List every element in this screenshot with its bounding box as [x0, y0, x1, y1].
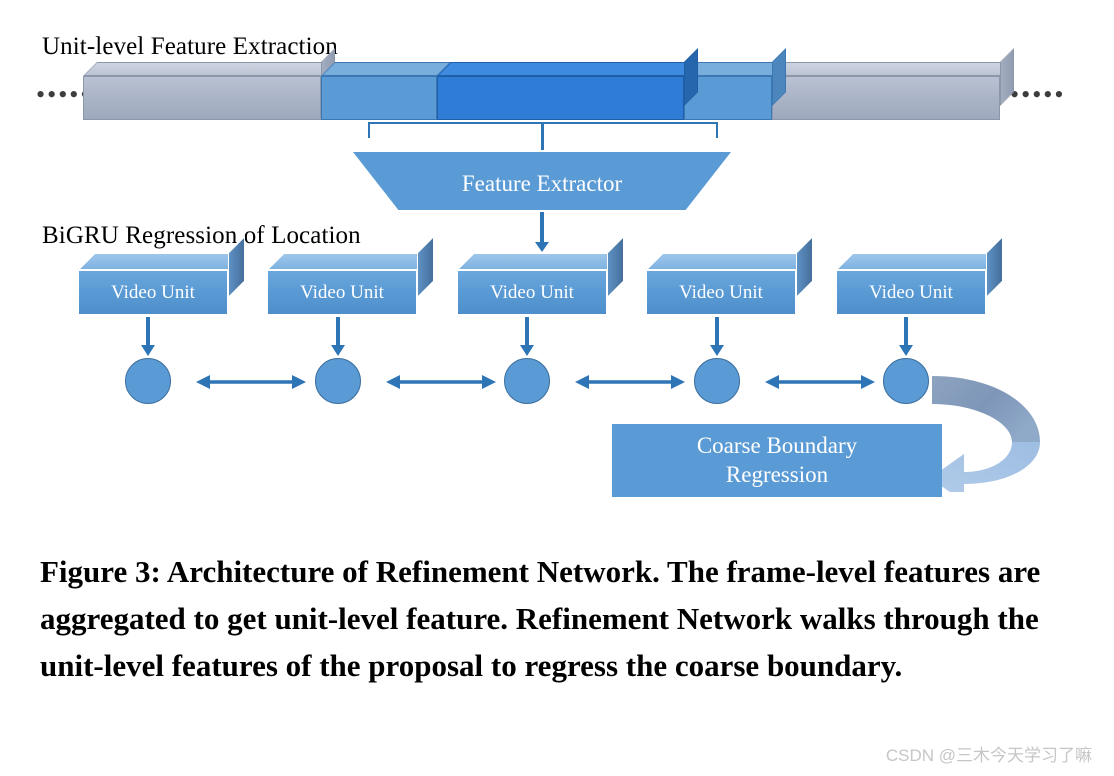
gru-node-2 [315, 358, 361, 404]
gru-node-3 [504, 358, 550, 404]
gru-node-4 [694, 358, 740, 404]
segment-top-face [83, 62, 335, 76]
down-arrow-icon-unit-2 [331, 317, 345, 359]
down-arrow-icon-unit-5 [899, 317, 913, 359]
unit-top-face [457, 253, 624, 270]
coarse-boundary-regression-box: Coarse Boundary Regression [612, 424, 942, 497]
arrow-shaft [525, 317, 529, 347]
section-title-unit-level-feature-extraction: Unit-level Feature Extraction [42, 33, 338, 60]
gru-node-1 [125, 358, 171, 404]
video-unit-label: Video Unit [869, 281, 953, 303]
video-unit-label: Video Unit [111, 281, 195, 303]
segment-front-face [437, 76, 684, 120]
video-unit-label: Video Unit [300, 281, 384, 303]
segment-top-face [772, 62, 1014, 76]
feature-extractor-label: Feature Extractor [461, 171, 623, 196]
unit-front-face: Video Unit [836, 270, 986, 315]
unit-top-face [267, 253, 434, 270]
arrow-head [141, 345, 155, 356]
arrow-head [710, 345, 724, 356]
bidirectional-arrow-icon-1 [196, 374, 306, 390]
bidirectional-arrow-icon-3 [575, 374, 685, 390]
feature-extractor-block: Feature Extractor [353, 152, 731, 210]
timeline-segment-proposal-center [437, 48, 698, 120]
unit-side-face [417, 236, 434, 298]
video-unit-box-1: Video Unit [78, 236, 245, 315]
arrow-shaft [146, 317, 150, 347]
unit-front-face: Video Unit [646, 270, 796, 315]
arrow-shaft [715, 317, 719, 347]
figure-canvas: Unit-level Feature Extraction ••••• ••••… [0, 0, 1114, 776]
timeline-segment-context-right [772, 48, 1014, 120]
unit-front-face: Video Unit [267, 270, 417, 315]
video-unit-box-5: Video Unit [836, 236, 1003, 315]
coarse-boundary-line-1: Coarse Boundary [696, 432, 858, 458]
down-arrow-icon [535, 212, 549, 254]
unit-top-face [646, 253, 813, 270]
segment-front-face [321, 76, 437, 120]
unit-top-face [836, 253, 1003, 270]
arrow-head [535, 242, 549, 252]
bidirectional-arrow-icon-4 [765, 374, 875, 390]
video-unit-label: Video Unit [679, 281, 763, 303]
segment-front-face [772, 76, 1000, 120]
unit-front-face: Video Unit [78, 270, 228, 315]
curved-loop-arrow-icon [930, 362, 1080, 492]
coarse-boundary-line-2: Regression [725, 461, 829, 487]
unit-side-face [986, 236, 1003, 298]
arrow-head [520, 345, 534, 356]
csdn-watermark: CSDN @三木今天学习了嘛 [885, 746, 1092, 765]
arrow-head [899, 345, 913, 356]
down-arrow-icon-unit-4 [710, 317, 724, 359]
span-bracket-stem [541, 124, 544, 150]
video-unit-box-2: Video Unit [267, 236, 434, 315]
down-arrow-icon-unit-1 [141, 317, 155, 359]
unit-top-face [78, 253, 245, 270]
bidirectional-arrow-icon-2 [386, 374, 496, 390]
unit-front-face: Video Unit [457, 270, 607, 315]
segment-top-face [437, 62, 698, 76]
arrow-head [331, 345, 345, 356]
figure-caption: Figure 3: Architecture of Refinement Net… [40, 554, 1041, 683]
arrow-shaft [336, 317, 340, 347]
timeline-segment-proposal-start [321, 62, 451, 120]
down-arrow-icon-unit-3 [520, 317, 534, 359]
timeline-bar [83, 48, 1014, 120]
gru-node-5 [883, 358, 929, 404]
video-unit-box-3: Video Unit [457, 236, 624, 315]
timeline-segment-context-left [83, 48, 335, 120]
video-unit-box-4: Video Unit [646, 236, 813, 315]
unit-side-face [607, 236, 624, 298]
ellipsis-right: ••••• [1010, 80, 1066, 109]
segment-front-face [83, 76, 321, 120]
arrow-shaft [904, 317, 908, 347]
arrow-shaft [540, 212, 544, 244]
section-title-bigru-regression: BiGRU Regression of Location [42, 222, 361, 249]
segment-top-face [321, 62, 451, 76]
video-unit-label: Video Unit [490, 281, 574, 303]
unit-side-face [796, 236, 813, 298]
segment-top-face [684, 62, 786, 76]
